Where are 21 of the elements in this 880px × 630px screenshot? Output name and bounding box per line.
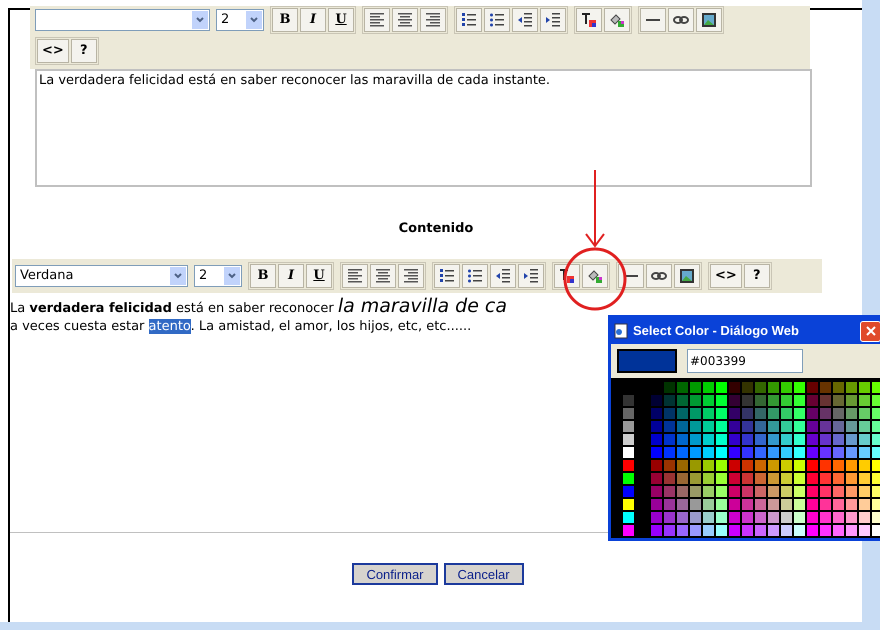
- font-select[interactable]: Verdana: [15, 264, 188, 286]
- content-text-line: La verdadera felicidad está en saber reconocer la maravilla de ca: [10, 296, 508, 318]
- color-value-field[interactable]: #003399: [687, 349, 803, 373]
- text-area[interactable]: La verdadera felicidad está en saber reconocer las maravilla de cada instante.: [35, 69, 812, 187]
- bold-button[interactable]: B: [272, 8, 298, 32]
- help-button[interactable]: ?: [70, 39, 97, 63]
- size-select[interactable]: 2: [194, 264, 242, 286]
- bold-button[interactable]: B: [250, 264, 276, 288]
- italic-button[interactable]: I: [300, 8, 326, 32]
- html-source-button[interactable]: <>: [710, 264, 742, 288]
- cancel-button[interactable]: Cancelar: [444, 562, 524, 584]
- help-button[interactable]: ?: [744, 264, 770, 288]
- underline-button[interactable]: U: [328, 8, 354, 32]
- dialog-title: Select Color - Diálogo Web: [633, 322, 799, 340]
- size-select[interactable]: 2: [216, 9, 264, 31]
- html-source-button[interactable]: <>: [37, 39, 69, 63]
- confirm-button[interactable]: Confirmar: [352, 562, 438, 584]
- underline-button[interactable]: U: [306, 264, 332, 288]
- italic-button[interactable]: I: [278, 264, 304, 288]
- color-value-text: #003399: [690, 353, 746, 370]
- section-title: Contenido: [398, 220, 474, 238]
